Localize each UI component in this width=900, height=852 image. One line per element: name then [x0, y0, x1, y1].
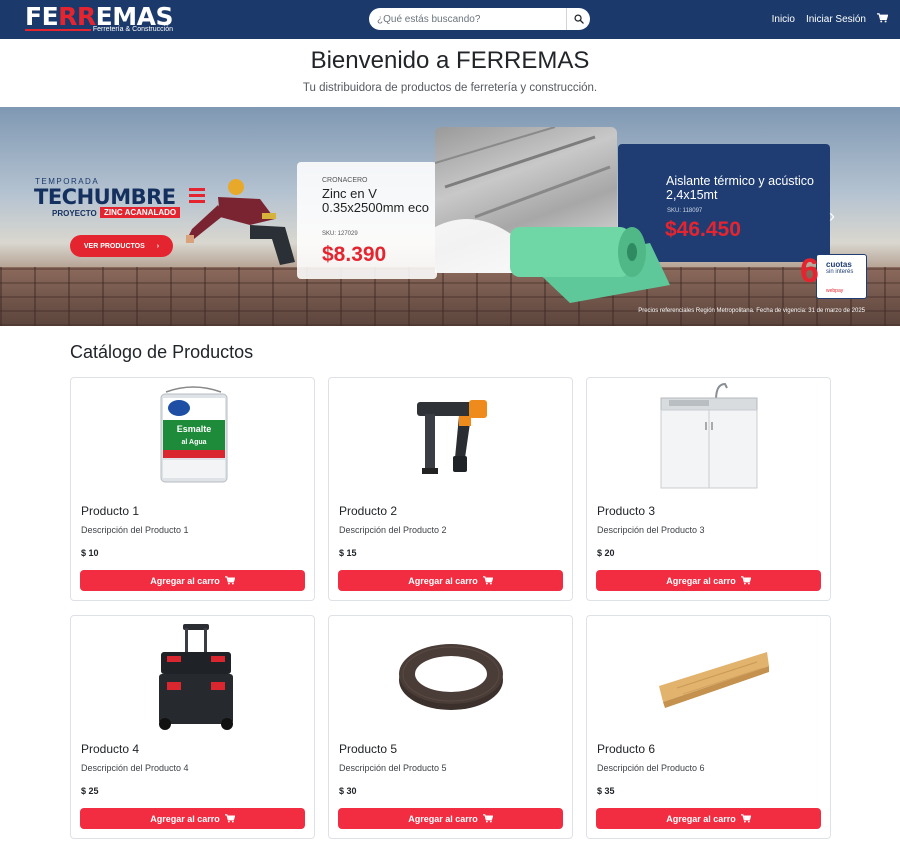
installments-subtitle: sin interés [826, 269, 854, 275]
product-card: Producto 3 Descripción del Producto 3 $ … [586, 377, 831, 601]
insulation-roll-image [510, 227, 670, 303]
webpay-logo: webpay [826, 288, 844, 294]
cart-icon [224, 814, 235, 823]
product-title: Producto 4 [81, 742, 140, 756]
product-title: Producto 2 [339, 504, 398, 518]
zinc-brand: CRONACERO [322, 177, 368, 184]
view-products-button[interactable]: VER PRODUCTOS › [70, 235, 173, 257]
cart-icon [877, 13, 889, 23]
aislante-price: $46.450 [665, 218, 741, 241]
add-to-cart-button[interactable]: Agregar al carro [596, 570, 821, 591]
chevron-right-icon: › [156, 242, 160, 250]
search-input[interactable] [377, 8, 567, 30]
catalog-title: Catálogo de Productos [70, 342, 254, 362]
chevron-right-icon: › [829, 206, 835, 226]
carousel-next-button[interactable]: › [822, 205, 842, 227]
nail-gun-image [417, 400, 487, 474]
product-description: Descripción del Producto 4 [81, 763, 189, 773]
product-title: Producto 6 [597, 742, 656, 756]
view-products-label: VER PRODUCTOS [83, 242, 145, 250]
page-title: Bienvenido a FERREMAS [310, 47, 590, 74]
add-to-cart-label: Agregar al carro [150, 575, 220, 586]
page-subtitle: Tu distribuidora de productos de ferrete… [302, 82, 598, 94]
sink-cabinet-image [660, 382, 758, 489]
paint-can-image: Esmalte al Agua [160, 386, 228, 483]
installments-badge: 6 cuotas sin interés webpay [800, 252, 868, 300]
promo-banner[interactable]: TEMPORADA TECHUMBRE PROYECTO ZINC ACANAL… [0, 107, 900, 326]
edge-banding-roll-image [399, 644, 503, 710]
product-card: Producto 4 Descripción del Producto 4 $ … [70, 615, 315, 839]
nav-link-inicio[interactable]: Inicio [772, 14, 795, 25]
aislante-sku: SKU: 118097 [667, 208, 703, 214]
aislante-name: Aislante térmico y acústico 2,4x15mt [666, 174, 814, 202]
search-icon [573, 14, 584, 24]
nav-links: Inicio Iniciar Sesión [772, 0, 889, 39]
product-price: $ 15 [339, 548, 357, 558]
cart-icon [482, 814, 493, 823]
cart-icon [482, 576, 493, 585]
installments-title: cuotas [826, 260, 852, 269]
product-price: $ 30 [339, 786, 357, 796]
svg-text:Esmalte: Esmalte [177, 424, 212, 434]
promo-card-zinc[interactable]: CRONACERO Zinc en V 0.35x2500mm eco SKU:… [297, 162, 437, 279]
product-card: Producto 5 Descripción del Producto 5 $ … [328, 615, 573, 839]
add-to-cart-label: Agregar al carro [150, 813, 220, 824]
product-description: Descripción del Producto 6 [597, 763, 705, 773]
product-description: Descripción del Producto 2 [339, 525, 447, 535]
banner-project-tag: ZINC ACANALADO [100, 207, 181, 218]
logo-subtitle: Ferretería & Construcción [92, 26, 173, 33]
add-to-cart-label: Agregar al carro [408, 575, 478, 586]
banner-project: PROYECTO [52, 209, 97, 218]
add-to-cart-label: Agregar al carro [666, 575, 736, 586]
add-to-cart-button[interactable]: Agregar al carro [338, 808, 563, 829]
banner-disclaimer: Precios referenciales Región Metropolita… [638, 308, 865, 314]
search-bar [369, 8, 590, 30]
product-description: Descripción del Producto 1 [81, 525, 189, 535]
cart-icon [224, 576, 235, 585]
svg-text:al Agua: al Agua [181, 439, 206, 446]
zinc-price: $8.390 [322, 243, 387, 266]
add-to-cart-button[interactable]: Agregar al carro [596, 808, 821, 829]
roofer-worker-image [186, 179, 295, 265]
nav-link-login[interactable]: Iniciar Sesión [806, 14, 866, 25]
product-card: Producto 6 Descripción del Producto 6 $ … [586, 615, 831, 839]
logo-underline [25, 29, 91, 31]
add-to-cart-button[interactable]: Agregar al carro [338, 570, 563, 591]
product-description: Descripción del Producto 3 [597, 525, 705, 535]
add-to-cart-label: Agregar al carro [408, 813, 478, 824]
product-title: Producto 5 [339, 742, 398, 756]
product-card: Esmalte al Agua Producto 1 Descripción d… [70, 377, 315, 601]
installments-number: 6 [800, 252, 819, 290]
product-card: Producto 2 Descripción del Producto 2 $ … [328, 377, 573, 601]
banner-brand: TECHUMBRE [34, 185, 176, 209]
add-to-cart-label: Agregar al carro [666, 813, 736, 824]
roof-background [0, 267, 900, 326]
product-price: $ 25 [81, 786, 99, 796]
product-price: $ 10 [81, 548, 99, 558]
cart-link[interactable] [877, 13, 889, 26]
add-to-cart-button[interactable]: Agregar al carro [80, 808, 305, 829]
search-button[interactable] [566, 8, 590, 30]
cart-icon [740, 814, 751, 823]
zinc-name: Zinc en V 0.35x2500mm eco [322, 186, 429, 215]
product-title: Producto 1 [81, 504, 140, 518]
product-title: Producto 3 [597, 504, 656, 518]
brand-logo[interactable]: FERREMAS Ferretería & Construcción [25, 3, 175, 37]
product-grid: Esmalte al Agua Producto 1 Descripción d… [70, 377, 831, 839]
navbar: FERREMAS Ferretería & Construcción Inici… [0, 0, 900, 39]
product-description: Descripción del Producto 5 [339, 763, 447, 773]
tool-box-image [159, 624, 233, 730]
product-price: $ 35 [597, 786, 615, 796]
zinc-sku: SKU: 127029 [322, 231, 358, 237]
product-price: $ 20 [597, 548, 615, 558]
wood-plank-image [659, 652, 769, 708]
add-to-cart-button[interactable]: Agregar al carro [80, 570, 305, 591]
cart-icon [740, 576, 751, 585]
